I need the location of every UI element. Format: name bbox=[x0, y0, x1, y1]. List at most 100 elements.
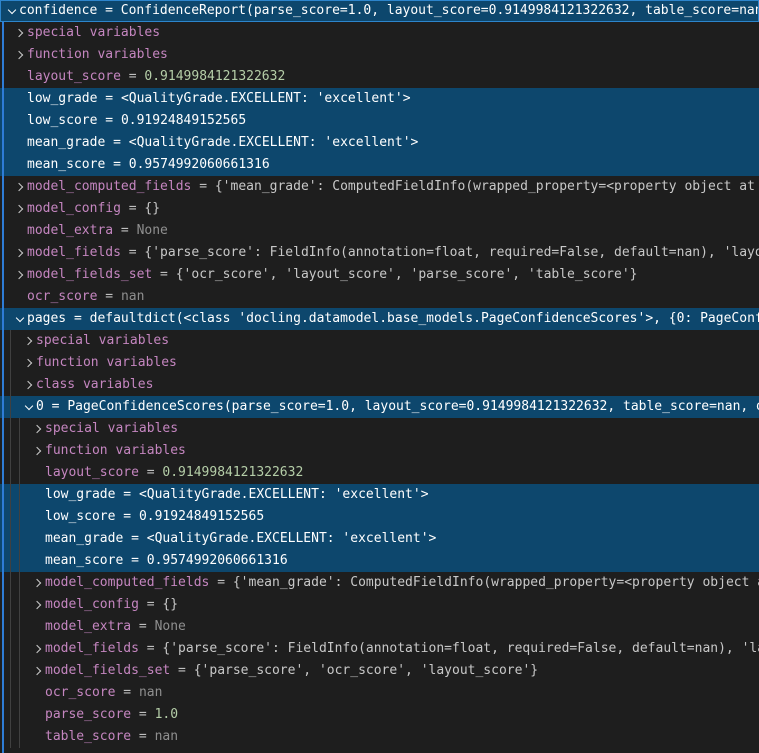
indent-guide bbox=[19, 726, 20, 748]
indent-guide bbox=[10, 330, 11, 352]
variable-row[interactable]: model_config = {} bbox=[0, 198, 759, 220]
variable-row[interactable]: mean_grade = <QualityGrade.EXCELLENT: 'e… bbox=[0, 132, 759, 154]
chevron-right-icon[interactable] bbox=[13, 44, 27, 66]
variable-value: 0.9574992060661316 bbox=[129, 154, 270, 176]
variable-name: model_extra bbox=[45, 616, 131, 638]
variable-row[interactable]: low_grade = <QualityGrade.EXCELLENT: 'ex… bbox=[0, 88, 759, 110]
variable-row[interactable]: model_fields_set = {'parse_score', 'ocr_… bbox=[0, 660, 759, 682]
variable-value: nan bbox=[121, 286, 144, 308]
variable-name: model_extra bbox=[27, 220, 113, 242]
variable-row[interactable]: function variables bbox=[0, 440, 759, 462]
chevron-right-icon[interactable] bbox=[13, 242, 27, 264]
chevron-right-icon[interactable] bbox=[31, 638, 45, 660]
chevron-right-icon[interactable] bbox=[13, 22, 27, 44]
indent-guide bbox=[10, 374, 11, 396]
variable-row[interactable]: class variables bbox=[0, 374, 759, 396]
variable-row[interactable]: model_fields_set = {'ocr_score', 'layout… bbox=[0, 264, 759, 286]
variable-row[interactable]: model_config = {} bbox=[0, 594, 759, 616]
chevron-right-icon[interactable] bbox=[31, 660, 45, 682]
equals-sign: = bbox=[66, 308, 89, 330]
variable-row[interactable]: model_fields = {'parse_score': FieldInfo… bbox=[0, 638, 759, 660]
chevron-right-icon[interactable] bbox=[31, 418, 45, 440]
variable-row[interactable]: low_score = 0.91924849152565 bbox=[0, 110, 759, 132]
variable-name: layout_score bbox=[45, 462, 139, 484]
indent-guide bbox=[10, 572, 11, 594]
indent-guide bbox=[10, 704, 11, 726]
variable-row[interactable]: model_computed_fields = {'mean_grade': C… bbox=[0, 176, 759, 198]
equals-sign: = bbox=[97, 88, 120, 110]
chevron-right-icon[interactable] bbox=[22, 374, 36, 396]
variable-row[interactable]: low_grade = <QualityGrade.EXCELLENT: 'ex… bbox=[0, 484, 759, 506]
variable-row[interactable]: model_extra = None bbox=[0, 220, 759, 242]
variable-row[interactable]: parse_score = 1.0 bbox=[0, 704, 759, 726]
variable-row[interactable]: model_computed_fields = {'mean_grade': C… bbox=[0, 572, 759, 594]
indent-guide bbox=[10, 594, 11, 616]
equals-sign: = bbox=[123, 550, 146, 572]
variable-row[interactable]: table_score = nan bbox=[0, 726, 759, 748]
variable-row[interactable]: special variables bbox=[0, 330, 759, 352]
twistie-spacer bbox=[31, 484, 45, 506]
chevron-right-icon[interactable] bbox=[22, 330, 36, 352]
variable-name: parse_score bbox=[45, 704, 131, 726]
variable-row[interactable]: mean_score = 0.9574992060661316 bbox=[0, 550, 759, 572]
variable-value: {} bbox=[162, 594, 178, 616]
variable-row[interactable]: ocr_score = nan bbox=[0, 682, 759, 704]
variable-name: ocr_score bbox=[45, 682, 115, 704]
chevron-right-icon[interactable] bbox=[13, 198, 27, 220]
variable-name: special variables bbox=[27, 22, 160, 44]
variable-row[interactable]: special variables bbox=[0, 418, 759, 440]
variable-row[interactable]: mean_grade = <QualityGrade.EXCELLENT: 'e… bbox=[0, 528, 759, 550]
equals-sign: = bbox=[115, 484, 138, 506]
variable-row[interactable]: ocr_score = nan bbox=[0, 286, 759, 308]
variable-row[interactable]: mean_score = 0.9574992060661316 bbox=[0, 154, 759, 176]
chevron-right-icon[interactable] bbox=[13, 264, 27, 286]
indent-guide bbox=[10, 396, 11, 418]
indent-guide bbox=[10, 682, 11, 704]
indent-guide bbox=[10, 418, 11, 440]
variable-row[interactable]: function variables bbox=[0, 44, 759, 66]
variable-value: None bbox=[137, 220, 168, 242]
chevron-down-icon[interactable] bbox=[5, 0, 19, 22]
chevron-down-icon[interactable] bbox=[13, 308, 27, 330]
variable-row[interactable]: special variables bbox=[0, 22, 759, 44]
indent-guide bbox=[19, 594, 20, 616]
indent-guide bbox=[10, 462, 11, 484]
equals-sign: = bbox=[170, 660, 193, 682]
chevron-right-icon[interactable] bbox=[22, 352, 36, 374]
indent-guide bbox=[10, 440, 11, 462]
equals-sign: = bbox=[113, 220, 136, 242]
variables-tree[interactable]: confidence = ConfidenceReport(parse_scor… bbox=[0, 0, 759, 748]
equals-sign: = bbox=[139, 594, 162, 616]
variable-name: class variables bbox=[36, 374, 153, 396]
indent-guide bbox=[10, 616, 11, 638]
chevron-right-icon[interactable] bbox=[31, 594, 45, 616]
indent-guide bbox=[10, 638, 11, 660]
variable-row[interactable]: layout_score = 0.9149984121322632 bbox=[0, 66, 759, 88]
twistie-spacer bbox=[31, 462, 45, 484]
equals-sign: = bbox=[152, 264, 175, 286]
equals-sign: = bbox=[97, 0, 120, 22]
chevron-right-icon[interactable] bbox=[31, 440, 45, 462]
variable-value: {} bbox=[144, 198, 160, 220]
variable-row[interactable]: pages = defaultdict(<class 'docling.data… bbox=[0, 308, 759, 330]
variable-name: model_config bbox=[45, 594, 139, 616]
twistie-spacer bbox=[31, 704, 45, 726]
variable-name: model_computed_fields bbox=[45, 572, 209, 594]
variable-row[interactable]: model_extra = None bbox=[0, 616, 759, 638]
twistie-spacer bbox=[13, 154, 27, 176]
variable-value: None bbox=[155, 616, 186, 638]
chevron-right-icon[interactable] bbox=[31, 572, 45, 594]
equals-sign: = bbox=[123, 528, 146, 550]
variable-row[interactable]: confidence = ConfidenceReport(parse_scor… bbox=[0, 0, 759, 22]
variable-name: table_score bbox=[45, 726, 131, 748]
chevron-down-icon[interactable] bbox=[22, 396, 36, 418]
variable-value: PageConfidenceScores(parse_score=1.0, la… bbox=[67, 396, 759, 418]
variable-name: pages bbox=[27, 308, 66, 330]
variable-row[interactable]: function variables bbox=[0, 352, 759, 374]
variable-row[interactable]: layout_score = 0.9149984121322632 bbox=[0, 462, 759, 484]
variable-row[interactable]: model_fields = {'parse_score': FieldInfo… bbox=[0, 242, 759, 264]
variable-row[interactable]: 0 = PageConfidenceScores(parse_score=1.0… bbox=[0, 396, 759, 418]
chevron-right-icon[interactable] bbox=[13, 176, 27, 198]
variable-row[interactable]: low_score = 0.91924849152565 bbox=[0, 506, 759, 528]
twistie-spacer bbox=[13, 110, 27, 132]
